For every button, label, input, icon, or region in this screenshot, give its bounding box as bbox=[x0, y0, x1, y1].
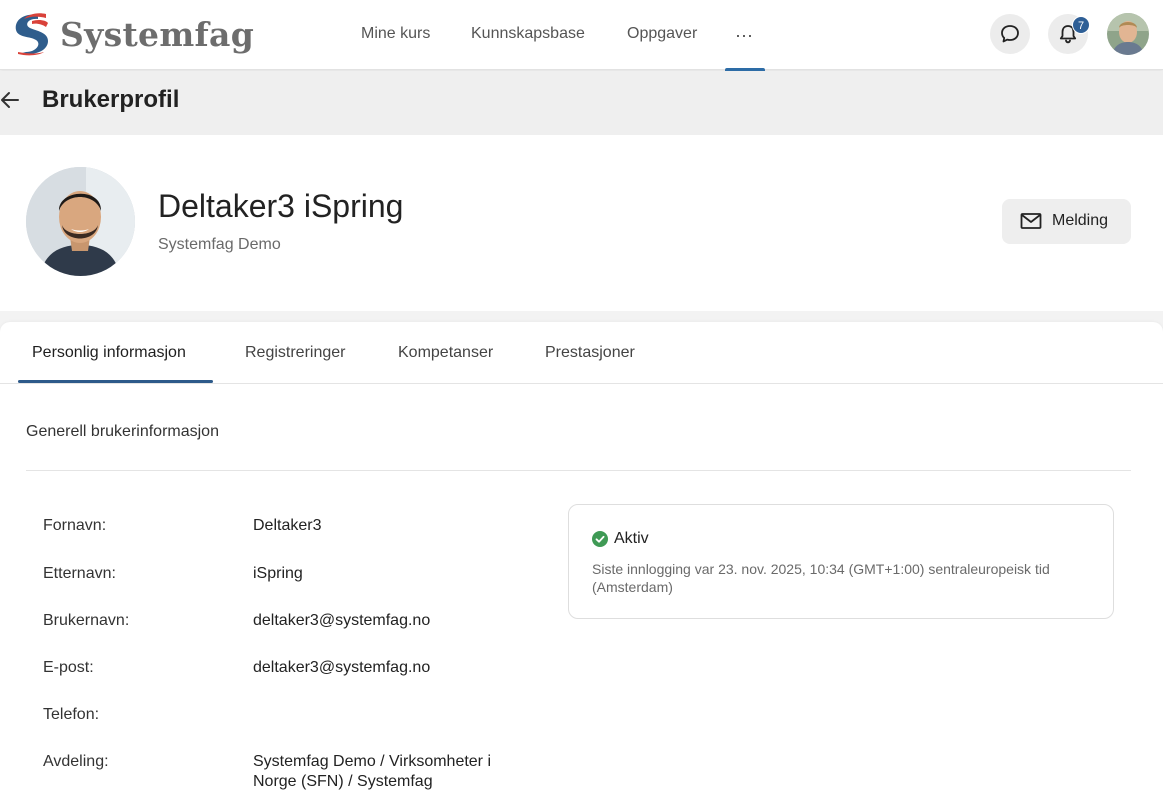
user-avatar[interactable] bbox=[1107, 13, 1149, 55]
nav-more-button[interactable]: ··· bbox=[725, 0, 765, 71]
profile-organization: Systemfag Demo bbox=[158, 236, 281, 253]
field-label-brukernavn: Brukernavn: bbox=[43, 612, 130, 629]
field-value-brukernavn: deltaker3@systemfag.no bbox=[253, 612, 431, 629]
nav-item-oppgaver[interactable]: Oppgaver bbox=[627, 0, 697, 70]
nav-item-mine-kurs[interactable]: Mine kurs bbox=[361, 0, 430, 70]
status-label: Aktiv bbox=[614, 530, 649, 547]
field-value-etternavn: iSpring bbox=[253, 565, 303, 582]
brand-name: Systemfag bbox=[60, 14, 255, 54]
section-divider bbox=[26, 470, 1131, 471]
field-value-avdeling: Systemfag Demo / Virksomheter i Norge (S… bbox=[253, 753, 492, 790]
profile-avatar bbox=[26, 167, 135, 276]
notification-count-badge: 7 bbox=[1072, 16, 1090, 34]
tab-prestasjoner[interactable]: Prestasjoner bbox=[545, 344, 635, 362]
field-label-etternavn: Etternavn: bbox=[43, 565, 116, 582]
field-label-avdeling: Avdeling: bbox=[43, 753, 109, 770]
field-value-fornavn: Deltaker3 bbox=[253, 517, 322, 534]
tab-personlig-informasjon[interactable]: Personlig informasjon bbox=[32, 344, 186, 362]
top-navigation-bar: Systemfag Mine kurs Kunnskapsbase Oppgav… bbox=[0, 0, 1163, 71]
section-title: Generell brukerinformasjon bbox=[26, 423, 219, 440]
logo-icon bbox=[8, 12, 58, 56]
chat-button[interactable] bbox=[990, 14, 1030, 54]
field-label-telefon: Telefon: bbox=[43, 706, 100, 723]
message-button-label: Melding bbox=[1052, 212, 1109, 229]
chat-icon bbox=[1001, 25, 1019, 43]
tab-divider bbox=[0, 383, 1163, 384]
back-arrow-icon bbox=[1, 92, 19, 108]
more-dots-icon: ··· bbox=[735, 25, 753, 45]
envelope-icon bbox=[1020, 213, 1042, 229]
field-label-fornavn: Fornavn: bbox=[43, 517, 107, 534]
notifications-button[interactable]: 7 bbox=[1048, 14, 1090, 54]
check-circle-icon bbox=[592, 531, 608, 547]
profile-name: Deltaker3 iSpring bbox=[158, 188, 404, 224]
page-title: Brukerprofil bbox=[42, 86, 180, 113]
field-label-epost: E-post: bbox=[43, 659, 94, 676]
message-button[interactable]: Melding bbox=[1002, 199, 1131, 244]
nav-item-kunnskapsbase[interactable]: Kunnskapsbase bbox=[471, 0, 585, 70]
tab-registreringer[interactable]: Registreringer bbox=[245, 344, 345, 362]
tab-kompetanser[interactable]: Kompetanser bbox=[398, 344, 493, 362]
field-value-epost: deltaker3@systemfag.no bbox=[253, 659, 431, 676]
back-button[interactable] bbox=[0, 88, 22, 112]
last-login-text: Siste innlogging var 23. nov. 2025, 10:3… bbox=[592, 561, 1050, 595]
brand-logo[interactable]: Systemfag bbox=[8, 12, 254, 56]
